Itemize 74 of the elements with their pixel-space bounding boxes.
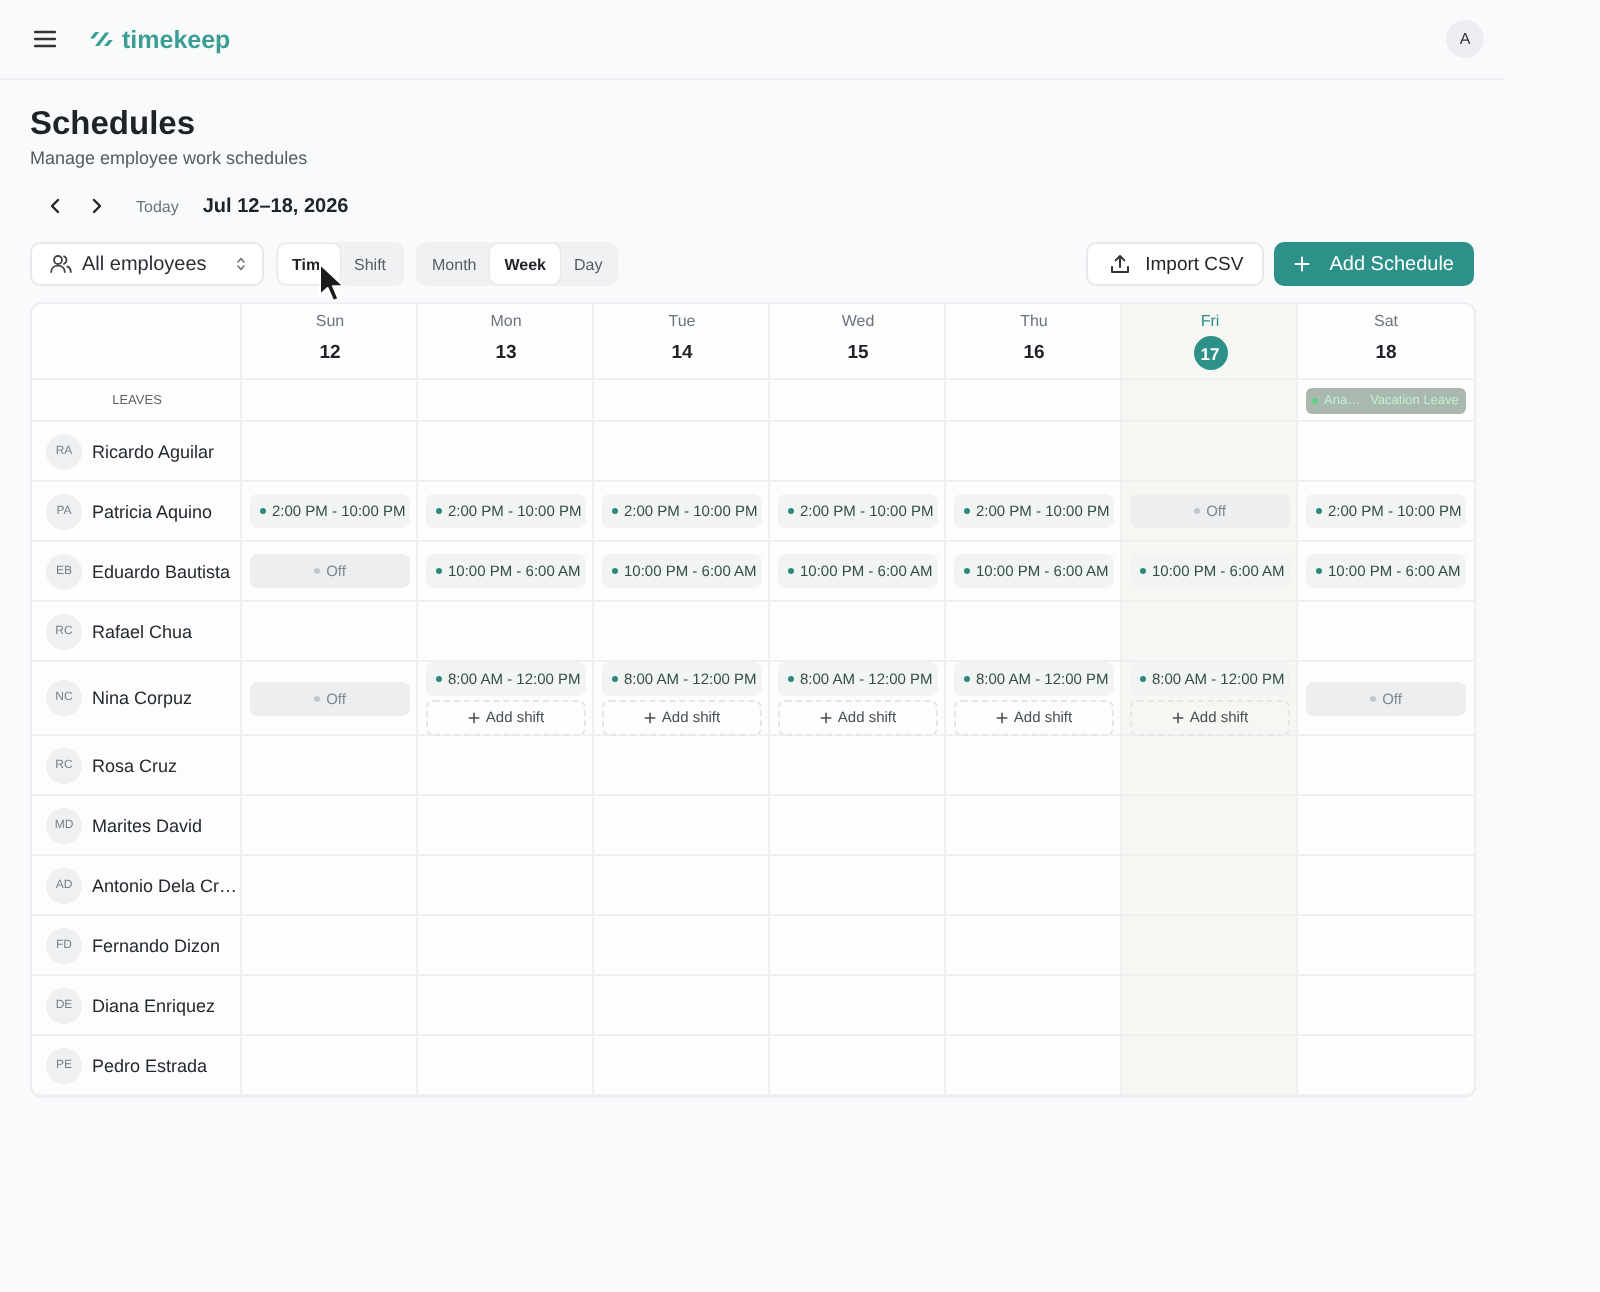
day-name: Wed: [841, 312, 875, 330]
day-date: 14: [671, 340, 693, 368]
view-tab[interactable]: Day: [560, 244, 617, 284]
logo-icon: [88, 30, 114, 48]
employee-name: Pedro Estrada: [92, 1055, 208, 1075]
up-down-chevron-icon: [236, 256, 246, 272]
view-tab[interactable]: Week: [490, 244, 560, 284]
users-icon: [50, 254, 72, 274]
status-dot-icon: [612, 675, 618, 681]
status-dot-icon: [1312, 397, 1318, 403]
status-dot-icon: [1194, 508, 1201, 514]
day-name: Mon: [490, 312, 522, 330]
date-range-label: Jul 12–18, 2026: [202, 195, 349, 217]
chevron-right-icon[interactable]: [91, 198, 101, 214]
view-tab[interactable]: Month: [418, 244, 491, 284]
plus-icon: [995, 711, 1008, 723]
status-dot-icon: [314, 695, 321, 701]
plus-icon: [1171, 711, 1184, 723]
status-dot-icon: [964, 675, 970, 681]
day-date: 12: [319, 340, 341, 368]
plus-icon: [819, 711, 832, 723]
day-name: Tue: [668, 312, 696, 330]
employee-name: Patricia Aquino: [92, 501, 213, 521]
menu-icon[interactable]: [34, 30, 56, 48]
status-dot-icon: [314, 568, 321, 574]
plus-icon: [467, 711, 480, 723]
status-dot-icon: [1140, 675, 1146, 681]
plus-icon: [643, 711, 656, 723]
day-date: 13: [495, 340, 517, 368]
upload-icon: [1109, 254, 1130, 274]
employee-name: Nina Corpuz: [92, 688, 193, 708]
day-date: 18: [1375, 340, 1397, 368]
employee-name: Eduardo Bautista: [92, 561, 231, 581]
add-schedule-button[interactable]: Add Schedule: [1273, 242, 1474, 286]
status-dot-icon: [964, 508, 970, 514]
user-avatar[interactable]: A: [1446, 20, 1484, 58]
employee-filter-select[interactable]: All employees: [30, 242, 264, 286]
logo-text: timekeep: [122, 25, 231, 53]
import-csv-button[interactable]: Import CSV: [1085, 242, 1264, 286]
status-dot-icon: [1370, 695, 1377, 701]
status-dot-icon: [1140, 568, 1146, 574]
today-button[interactable]: Today: [128, 197, 187, 215]
status-dot-icon: [1316, 508, 1322, 514]
mode-tab[interactable]: Tim: [278, 244, 340, 284]
status-dot-icon: [788, 568, 794, 574]
day-date: 17: [1193, 336, 1227, 370]
day-date: 15: [847, 340, 869, 368]
employee-name: Antonio Dela Cr…: [92, 875, 238, 895]
employee-name: Diana Enriquez: [92, 995, 216, 1015]
status-dot-icon: [788, 675, 794, 681]
status-dot-icon: [436, 675, 442, 681]
status-dot-icon: [436, 508, 442, 514]
status-dot-icon: [260, 508, 266, 514]
employee-name: Ricardo Aguilar: [92, 441, 215, 461]
employee-name: Rafael Chua: [92, 621, 193, 641]
chevron-left-icon[interactable]: [49, 198, 59, 214]
status-dot-icon: [436, 568, 442, 574]
status-dot-icon: [612, 568, 618, 574]
page-title: Schedules: [30, 104, 198, 146]
day-name: Sun: [315, 312, 345, 330]
mode-tab[interactable]: Shift: [340, 244, 402, 284]
day-name: Fri: [1200, 312, 1220, 330]
status-dot-icon: [788, 508, 794, 514]
status-dot-icon: [964, 568, 970, 574]
day-name: Thu: [1020, 312, 1048, 330]
employee-name: Marites David: [92, 815, 203, 835]
employee-name: Fernando Dizon: [92, 935, 221, 955]
page-subtitle: Manage employee work schedules: [30, 146, 310, 172]
employee-name: Rosa Cruz: [92, 755, 178, 775]
plus-icon: [1293, 256, 1310, 272]
day-name: Sat: [1373, 312, 1398, 330]
status-dot-icon: [1316, 568, 1322, 574]
status-dot-icon: [612, 508, 618, 514]
day-date: 16: [1023, 340, 1045, 368]
